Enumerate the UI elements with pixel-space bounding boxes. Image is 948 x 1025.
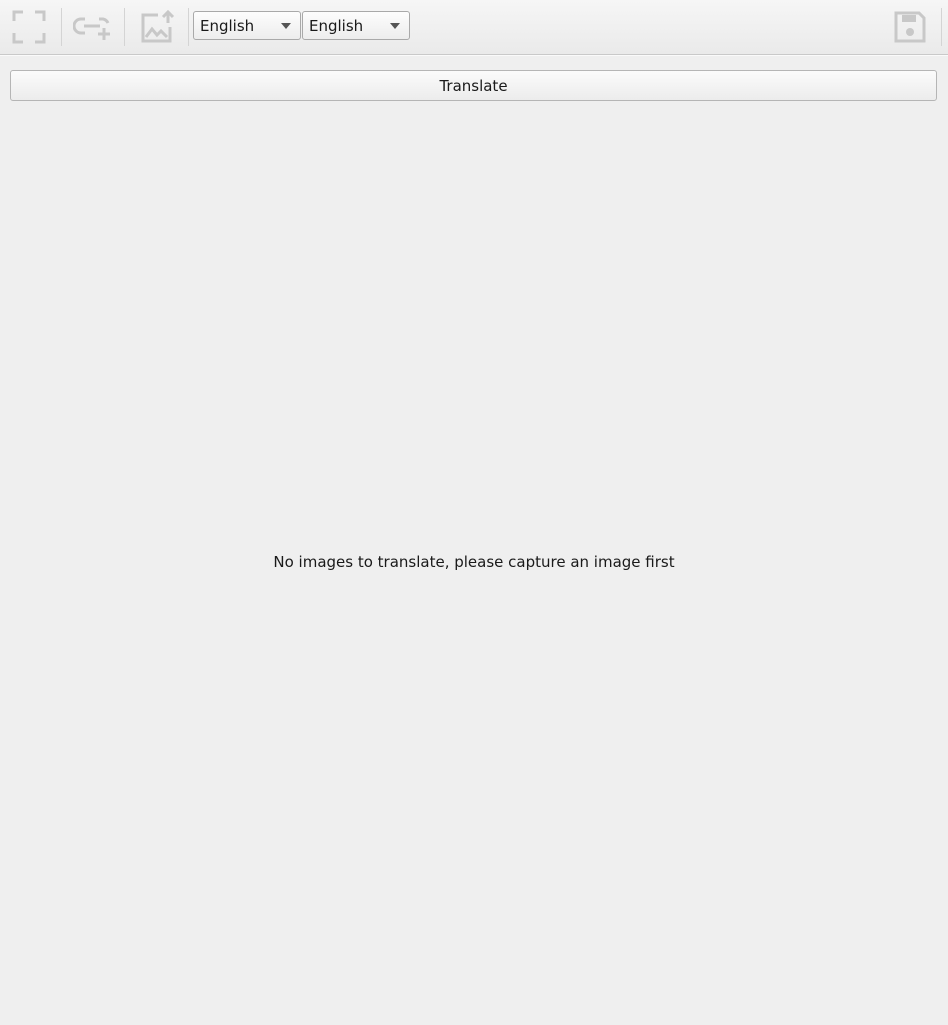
toolbar-separator bbox=[124, 8, 125, 46]
fullscreen-capture-icon bbox=[11, 9, 47, 45]
target-language-select[interactable]: English bbox=[302, 11, 410, 40]
source-language-select[interactable]: English bbox=[193, 11, 301, 40]
empty-state-message: No images to translate, please capture a… bbox=[273, 553, 675, 571]
upload-image-icon bbox=[138, 9, 176, 45]
capture-button[interactable] bbox=[7, 6, 51, 48]
add-link-button[interactable] bbox=[71, 6, 115, 48]
chevron-down-icon bbox=[390, 23, 400, 29]
chevron-down-icon bbox=[281, 23, 291, 29]
save-button[interactable] bbox=[888, 6, 932, 48]
toolbar-separator bbox=[188, 8, 189, 46]
toolbar: English English bbox=[0, 0, 948, 55]
upload-image-button[interactable] bbox=[135, 6, 179, 48]
toolbar-separator bbox=[61, 8, 62, 46]
save-icon bbox=[893, 10, 927, 44]
source-language-value: English bbox=[200, 16, 255, 35]
target-language-value: English bbox=[309, 16, 364, 35]
add-link-icon bbox=[73, 12, 113, 42]
translate-button[interactable]: Translate bbox=[10, 70, 937, 101]
toolbar-separator bbox=[941, 8, 942, 46]
